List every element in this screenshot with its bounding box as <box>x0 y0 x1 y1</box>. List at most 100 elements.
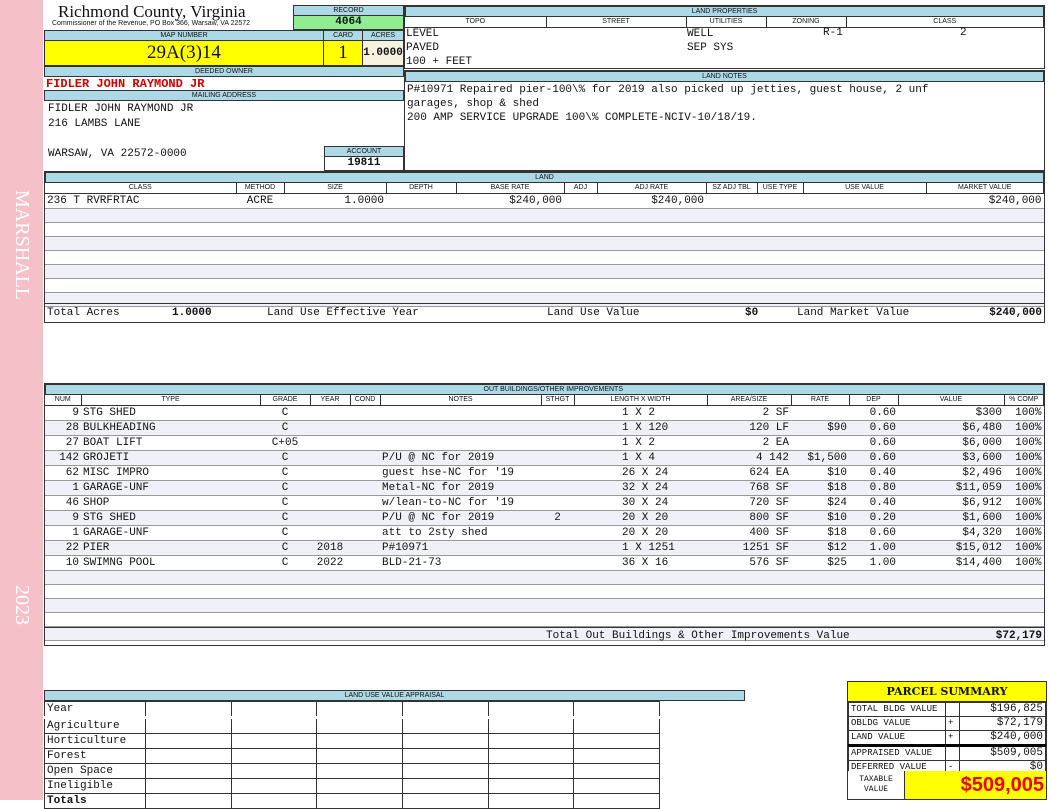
outbuilding-cell: $4,320 <box>898 525 1004 541</box>
outbuilding-cell: 26 X 24 <box>574 465 707 481</box>
outbuilding-cell <box>350 540 380 556</box>
outbuilding-cell <box>574 584 707 599</box>
county-subtitle: Commissioner of the Revenue, PO Box 366,… <box>52 20 251 27</box>
total-acres: 1.0000 <box>172 307 212 319</box>
land-cell <box>926 278 1044 293</box>
outbuilding-cell: SHOP <box>81 495 260 511</box>
outbuilding-cell <box>707 584 791 599</box>
land-row <box>45 250 1044 265</box>
land-use-cell <box>316 748 403 764</box>
outbuilding-cell <box>380 570 541 585</box>
outbuilding-cell: 100% <box>1004 525 1044 541</box>
outbuilding-cell: P/U @ NC for 2019 <box>380 510 541 526</box>
outbuilding-cell: 30 X 24 <box>574 495 707 511</box>
outbuilding-cell <box>350 465 380 481</box>
outbuilding-header: TYPE <box>81 395 261 406</box>
outbuilding-cell <box>849 598 898 613</box>
outbuilding-cell <box>707 598 791 613</box>
land-use-cell <box>573 763 660 779</box>
address-line: WARSAW, VA 22572-0000 <box>48 148 187 160</box>
outbuilding-row: 62 MISC IMPRO Cguest hse-NC for '19 26 X 24… <box>45 465 1044 481</box>
outbuilding-cell: 1 <box>45 480 81 496</box>
outbuilding-cell: 1 <box>45 525 81 541</box>
outbuilding-cell: C <box>260 480 310 496</box>
land-cell <box>757 236 803 251</box>
land-cell <box>456 208 564 223</box>
outbuilding-row: 1 GARAGE-UNF Catt to 2sty shed 20 X 20 400 S… <box>45 525 1044 541</box>
outbuilding-header: LENGTH X WIDTH <box>574 395 708 406</box>
outbuilding-header: COND <box>350 395 381 406</box>
outbuilding-cell <box>81 584 260 599</box>
outbuilding-row: 27 BOAT LIFT C+05 1 X 22 EA 0.60 $6,000 100% <box>45 435 1044 451</box>
outbuilding-cell <box>574 570 707 585</box>
outbuilding-cell: 1 X 1251 <box>574 540 707 556</box>
utilities-values: WELL SEP SYS <box>687 27 733 55</box>
outbuilding-cell <box>350 495 380 511</box>
summary-value: $240,000 <box>959 730 1046 746</box>
outbuilding-cell: 720 SF <box>707 495 791 511</box>
outbuilding-row <box>45 598 1044 613</box>
outbuilding-cell: STG SHED <box>81 510 260 526</box>
effective-year-label: Land Use Effective Year <box>267 307 419 319</box>
outbuilding-cell: 1.00 <box>849 540 898 556</box>
topo-value: PAVED <box>406 42 440 54</box>
land-use-cell <box>145 701 232 718</box>
outbuilding-cell <box>260 570 310 585</box>
land-cell <box>597 264 706 279</box>
outbuilding-row: 9 STG SHED C P/U @ NC for 2019 2 20 X 20 800 S… <box>45 510 1044 526</box>
header-class: CLASS <box>846 17 1044 28</box>
outbuilding-cell: 1 X 2 <box>574 405 707 421</box>
land-row <box>45 278 1044 293</box>
summary-operator: + <box>945 716 960 731</box>
outbuilding-cell: $2,496 <box>898 465 1004 481</box>
outbuilding-cell: BOAT LIFT <box>81 435 260 451</box>
land-cell <box>757 278 803 293</box>
deeded-owner: FIDLER JOHN RAYMOND JR <box>46 77 205 91</box>
header-zoning: ZONING <box>766 17 847 28</box>
land-use-cell <box>230 733 318 749</box>
outbuilding-cell <box>541 555 574 571</box>
outbuilding-cell <box>350 612 380 627</box>
outbuilding-cell: 100% <box>1004 495 1044 511</box>
land-cell: $240,000 <box>926 193 1044 209</box>
header-street: STREET <box>546 17 687 28</box>
land-use-cell <box>573 778 660 794</box>
outbuilding-cell <box>310 450 350 466</box>
market-value: $240,000 <box>989 307 1042 319</box>
outbuilding-cell: 0.60 <box>849 450 898 466</box>
outbuilding-cell <box>541 405 574 421</box>
outbuilding-cell: $1,500 <box>791 450 849 466</box>
land-cell <box>597 236 706 251</box>
land-cell <box>757 250 803 265</box>
land-row <box>45 208 1044 223</box>
outbuilding-cell: 2 EA <box>707 435 791 451</box>
outbuilding-cell <box>541 450 574 466</box>
land-use-cell <box>145 763 232 779</box>
outbuilding-cell: 10 <box>45 555 81 571</box>
outbuilding-cell <box>81 570 260 585</box>
outbuilding-cell: GARAGE-UNF <box>81 480 260 496</box>
outbuilding-cell <box>541 420 574 436</box>
land-cell <box>386 250 456 265</box>
acres-value: 1.0000 <box>362 40 404 66</box>
side-strip: MARSHALL 2023 <box>0 0 43 800</box>
land-cell <box>236 236 284 251</box>
outbuilding-cell: GROJETI <box>81 450 260 466</box>
outbuilding-cell <box>350 525 380 541</box>
zoning-value: R-1 <box>823 27 843 39</box>
outbuilding-cell <box>380 405 541 421</box>
land-use-cell <box>487 733 575 749</box>
outbuilding-cell: 9 <box>45 405 81 421</box>
topo-value: LEVEL <box>406 28 440 40</box>
outbuilding-cell: 100% <box>1004 420 1044 436</box>
land-cell <box>706 278 757 293</box>
deeded-owner-label: DEEDED OWNER <box>44 66 404 77</box>
header-topo: TOPO <box>405 17 547 28</box>
outbuilding-cell: $6,480 <box>898 420 1004 436</box>
address-line: 216 LAMBS LANE <box>48 118 141 130</box>
outbuilding-cell <box>350 450 380 466</box>
outbuilding-cell <box>81 598 260 613</box>
land-cell <box>757 208 803 223</box>
outbuilding-row: 10 SWIMNG POOL C 2022 BLD-21-73 36 X 16 576 SF… <box>45 555 1044 571</box>
outbuilding-cell <box>310 480 350 496</box>
